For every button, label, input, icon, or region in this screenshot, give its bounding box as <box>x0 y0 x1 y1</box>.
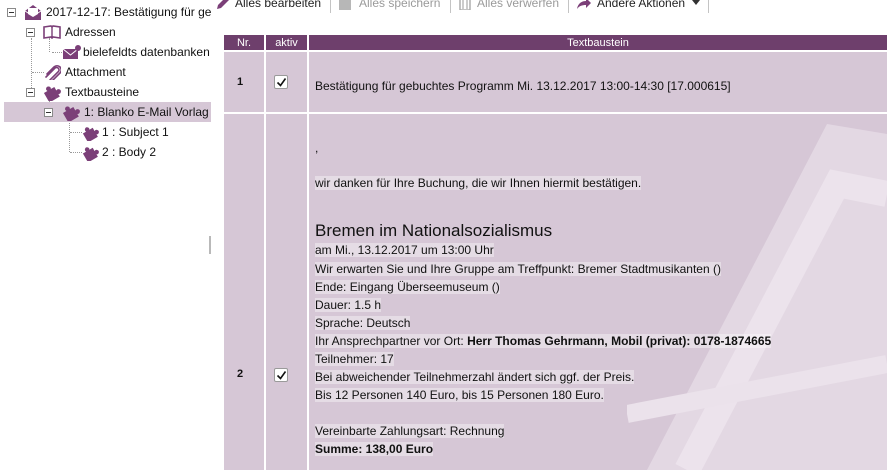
row-2-active-cell <box>266 114 307 470</box>
adressen-collapse-toggle[interactable] <box>26 28 35 37</box>
textbaustein-grid: Nr. aktiv Textbaustein 1 Bestätigung für… <box>224 35 887 470</box>
row-2-number: 2 <box>237 368 244 380</box>
puzzle-icon <box>43 86 61 101</box>
paperclip-icon <box>45 64 61 80</box>
puzzle-icon <box>62 106 80 121</box>
edit-all-label: Alles bearbeiten <box>235 0 322 10</box>
panel-resize-handle[interactable] <box>209 236 211 254</box>
save-all-label: Alles speichern <box>359 0 441 10</box>
row-2-duration: Dauer: 1.5 h <box>315 298 382 312</box>
column-header-label: aktiv <box>275 36 298 49</box>
row-2-prices: Bis 12 Personen 140 Euro, bis 15 Persone… <box>315 388 604 402</box>
row-2-contact: Ihr Ansprechpartner vor Ort: Herr Thomas… <box>315 334 772 348</box>
row-2-title: Bremen im Nationalsozialismus <box>315 221 553 240</box>
row-2-total-value: Summe: 138,00 Euro <box>315 442 434 456</box>
share-icon <box>577 0 591 9</box>
save-icon <box>339 0 351 10</box>
puzzle-icon <box>82 126 99 141</box>
toolbar-separator <box>708 0 709 13</box>
tree-node-root[interactable]: 2017-12-17: Bestätigung für ge <box>24 2 211 22</box>
row-2-salutation: , <box>315 141 319 155</box>
tree-label: Adressen <box>65 25 116 39</box>
row-2-contact-name: Herr Thomas Gehrmann, Mobil (privat): 01… <box>467 334 772 348</box>
tree-node-template[interactable]: 1: Blanko E-Mail Vorlag <box>62 102 209 122</box>
row-2-date: am Mi., 13.12.2017 um 13:00 Uhr <box>315 243 494 257</box>
tree-connector <box>70 152 82 153</box>
checkmark-icon <box>276 78 287 87</box>
toolbar-separator <box>330 0 331 13</box>
trash-icon <box>459 0 471 10</box>
discard-all-button[interactable]: Alles verwerfen <box>458 0 559 12</box>
column-header-label: Textbaustein <box>567 36 629 49</box>
column-header-active[interactable]: aktiv <box>266 35 307 50</box>
other-actions-label: Andere Aktionen <box>597 0 686 10</box>
tree-node-adressen[interactable]: Adressen <box>43 22 116 42</box>
row-1-nr-cell <box>224 52 264 112</box>
row-1-number: 1 <box>237 76 244 88</box>
checkmark-icon <box>276 371 287 380</box>
tree-node-contact[interactable]: bielefeldts datenbanken <box>62 42 210 62</box>
root-collapse-toggle[interactable] <box>7 8 16 17</box>
tree-node-subject[interactable]: 1 : Subject 1 <box>82 122 169 142</box>
row-2-end: Ende: Eingang Überseemuseum () <box>315 280 500 294</box>
tree-node-textbausteine[interactable]: Textbausteine <box>43 82 139 102</box>
tree-connector <box>69 118 70 152</box>
tree-connector <box>31 38 32 94</box>
other-actions-button[interactable]: Andere Aktionen <box>576 0 701 12</box>
caret-down-icon <box>692 0 701 5</box>
toolbar-separator <box>450 0 451 13</box>
row-2-payment: Vereinbarte Zahlungsart: Rechnung <box>315 424 505 438</box>
row-2-total: Summe: 138,00 Euro <box>315 442 434 456</box>
row-2-active-checkbox[interactable] <box>274 368 288 382</box>
tree-label: 2017-12-17: Bestätigung für ge <box>46 5 211 19</box>
tree-label: 1 : Subject 1 <box>102 125 169 139</box>
column-header-label: Nr. <box>236 36 252 49</box>
toolbar-separator <box>568 0 569 13</box>
address-book-icon <box>43 25 61 39</box>
tree-label: Textbausteine <box>65 85 140 99</box>
tree-label: 2 : Body 2 <box>102 145 157 159</box>
tree-node-attachment[interactable]: Attachment <box>43 62 126 82</box>
row-2-participants: Teilnehmer: 17 <box>315 352 394 366</box>
pencil-icon <box>217 0 229 9</box>
envelope-open-icon <box>24 5 42 20</box>
template-collapse-toggle[interactable] <box>44 108 53 117</box>
row-2-meeting: Wir erwarten Sie und Ihre Gruppe am Tref… <box>315 262 721 276</box>
envelope-watermark-graphic <box>627 124 887 470</box>
discard-all-label: Alles verwerfen <box>477 0 560 10</box>
tree-connector <box>52 52 62 53</box>
save-all-button[interactable]: Alles speichern <box>338 0 440 12</box>
row-2-intro: wir danken für Ihre Buchung, die wir Ihn… <box>315 176 642 190</box>
edit-all-button[interactable]: Alles bearbeiten <box>216 0 321 12</box>
textbausteine-collapse-toggle[interactable] <box>26 88 35 97</box>
row-2-nr-cell <box>224 114 264 470</box>
column-header-text[interactable]: Textbaustein <box>309 35 887 50</box>
envelope-icon <box>62 45 81 59</box>
toolbar: Alles bearbeiten Alles speichern Alles v… <box>214 0 887 14</box>
tree-node-body[interactable]: 2 : Body 2 <box>82 142 156 162</box>
row-1-active-checkbox[interactable] <box>274 75 288 89</box>
tree-label: 1: Blanko E-Mail Vorlag <box>84 105 209 119</box>
puzzle-icon <box>82 146 99 161</box>
row-2-deviation: Bei abweichender Teilnehmerzahl ändert s… <box>315 370 635 384</box>
row-2-language: Sprache: Deutsch <box>315 316 411 330</box>
row-2-contact-prefix: Ihr Ansprechpartner vor Ort: <box>315 334 468 348</box>
tree-connector <box>70 132 82 133</box>
navigation-tree: 2017-12-17: Bestätigung für ge Adressen … <box>0 0 211 470</box>
tree-label: bielefeldts datenbanken <box>83 45 210 59</box>
tree-label: Attachment <box>65 65 126 79</box>
row-1-text: Bestätigung für gebuchtes Programm Mi. 1… <box>315 79 731 93</box>
column-header-nr[interactable]: Nr. <box>224 35 264 50</box>
